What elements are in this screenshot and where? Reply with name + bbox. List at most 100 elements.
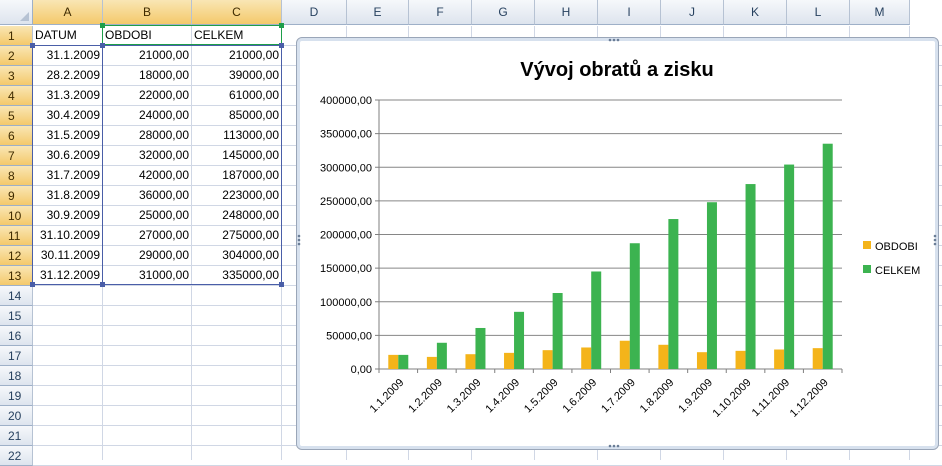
row-header-6[interactable]: 6 xyxy=(0,126,33,146)
resize-grip-left[interactable] xyxy=(297,242,301,246)
column-header-d[interactable]: D xyxy=(282,0,347,25)
bar-obdobi-5[interactable] xyxy=(542,350,553,369)
row-header-4[interactable]: 4 xyxy=(0,86,33,106)
row-header-21[interactable]: 21 xyxy=(0,426,33,446)
bar-celkem-9[interactable] xyxy=(706,202,717,369)
column-header-b[interactable]: B xyxy=(103,0,192,25)
row-header-1[interactable]: 1 xyxy=(0,26,33,46)
column-header-a[interactable]: A xyxy=(33,0,103,25)
resize-grip-left[interactable] xyxy=(297,238,301,242)
x-tick-label: 1.11.2009 xyxy=(750,377,793,420)
bar-obdobi-3[interactable] xyxy=(465,354,476,369)
range-handle-bottom-left[interactable] xyxy=(30,282,35,287)
resize-grip-right[interactable] xyxy=(933,238,937,242)
row-header-16[interactable]: 16 xyxy=(0,326,33,346)
bar-celkem-7[interactable] xyxy=(629,243,640,369)
column-header-f[interactable]: F xyxy=(409,0,472,25)
column-header-c[interactable]: C xyxy=(192,0,282,25)
legend-label-obdobi: OBDOBI xyxy=(875,241,918,253)
bar-celkem-10[interactable] xyxy=(745,184,756,369)
bar-obdobi-12[interactable] xyxy=(812,348,823,369)
row-header-8[interactable]: 8 xyxy=(0,166,33,186)
resize-grip-top[interactable] xyxy=(616,38,620,42)
row-header-13[interactable]: 13 xyxy=(0,266,33,286)
series-handle-left[interactable] xyxy=(100,23,105,28)
bar-celkem-12[interactable] xyxy=(822,143,833,369)
bar-obdobi-11[interactable] xyxy=(774,349,785,369)
bar-obdobi-6[interactable] xyxy=(581,347,592,369)
legend-swatch-celkem xyxy=(863,265,871,273)
bar-obdobi-1[interactable] xyxy=(388,354,399,369)
bar-celkem-11[interactable] xyxy=(784,164,795,369)
header-cell-datum[interactable]: DATUM xyxy=(33,26,103,46)
bar-obdobi-4[interactable] xyxy=(504,352,515,369)
row-header-7[interactable]: 7 xyxy=(0,146,33,166)
bar-celkem-5[interactable] xyxy=(552,293,563,369)
row-header-9[interactable]: 9 xyxy=(0,186,33,206)
embedded-chart[interactable]: Vývoj obratů a zisku 0,00 50000,00 100000,0… xyxy=(296,37,939,450)
bar-celkem-1[interactable] xyxy=(398,354,409,369)
select-all-corner[interactable] xyxy=(0,0,33,25)
row-header-22[interactable]: 22 xyxy=(0,446,33,466)
row-header-14[interactable]: 14 xyxy=(0,286,33,306)
x-tick-label: 1.5.2009 xyxy=(522,377,561,416)
x-tick-label: 1.1.2009 xyxy=(368,377,407,416)
bar-obdobi-2[interactable] xyxy=(426,356,437,369)
resize-grip-right[interactable] xyxy=(933,234,937,238)
column-header-e[interactable]: E xyxy=(347,0,409,25)
range-handle-top-middle[interactable] xyxy=(100,43,105,48)
column-header-l[interactable]: L xyxy=(787,0,850,25)
column-header-h[interactable]: H xyxy=(535,0,598,25)
legend-swatch-obdobi xyxy=(863,241,871,249)
bar-obdobi-7[interactable] xyxy=(619,340,630,369)
row-header-12[interactable]: 12 xyxy=(0,246,33,266)
column-header-i[interactable]: I xyxy=(598,0,661,25)
y-tick-label: 50000,00 xyxy=(326,330,372,342)
y-tick-label: 150000,00 xyxy=(320,263,372,275)
y-tick-label: 200000,00 xyxy=(320,230,372,242)
bar-celkem-6[interactable] xyxy=(591,271,602,369)
resize-grip-right[interactable] xyxy=(933,242,937,246)
row-header-11[interactable]: 11 xyxy=(0,226,33,246)
row-header-2[interactable]: 2 xyxy=(0,46,33,66)
column-header-m[interactable]: M xyxy=(850,0,910,25)
chart-title: Vývoj obratů a zisku xyxy=(520,59,713,81)
row-header-20[interactable]: 20 xyxy=(0,406,33,426)
y-tick-label: 350000,00 xyxy=(320,129,372,141)
range-handle-bottom-right[interactable] xyxy=(279,282,284,287)
resize-grip-bottom[interactable] xyxy=(608,444,612,448)
series-handle-right[interactable] xyxy=(279,23,284,28)
row-header-10[interactable]: 10 xyxy=(0,206,33,226)
bar-celkem-8[interactable] xyxy=(668,219,679,369)
x-tick-label: 1.9.2009 xyxy=(676,377,715,416)
row-header-18[interactable]: 18 xyxy=(0,366,33,386)
row-header-5[interactable]: 5 xyxy=(0,106,33,126)
range-handle-top-left[interactable] xyxy=(30,43,35,48)
resize-grip-bottom[interactable] xyxy=(612,444,616,448)
resize-grip-top[interactable] xyxy=(608,38,612,42)
row-header-3[interactable]: 3 xyxy=(0,66,33,86)
column-header-j[interactable]: J xyxy=(661,0,724,25)
column-header-k[interactable]: K xyxy=(724,0,787,25)
bar-obdobi-8[interactable] xyxy=(658,344,669,369)
bar-celkem-4[interactable] xyxy=(514,311,525,369)
row-header-17[interactable]: 17 xyxy=(0,346,33,366)
x-tick-label: 1.4.2009 xyxy=(483,377,522,416)
legend-label-celkem: CELKEM xyxy=(875,265,920,277)
x-tick-label: 1.7.2009 xyxy=(599,377,638,416)
resize-grip-top[interactable] xyxy=(612,38,616,42)
range-handle-bottom-middle[interactable] xyxy=(100,282,105,287)
x-tick-label: 1.10.2009 xyxy=(711,377,754,420)
bar-obdobi-9[interactable] xyxy=(696,352,707,369)
bar-celkem-3[interactable] xyxy=(475,327,486,369)
x-tick-label: 1.6.2009 xyxy=(561,377,600,416)
bar-celkem-2[interactable] xyxy=(436,342,447,369)
resize-grip-left[interactable] xyxy=(297,234,301,238)
column-header-g[interactable]: G xyxy=(472,0,535,25)
row-header-15[interactable]: 15 xyxy=(0,306,33,326)
row-header-19[interactable]: 19 xyxy=(0,386,33,406)
x-tick-label: 1.12.2009 xyxy=(788,377,831,420)
range-handle-top-right[interactable] xyxy=(279,43,284,48)
resize-grip-bottom[interactable] xyxy=(616,444,620,448)
bar-obdobi-10[interactable] xyxy=(735,350,746,369)
